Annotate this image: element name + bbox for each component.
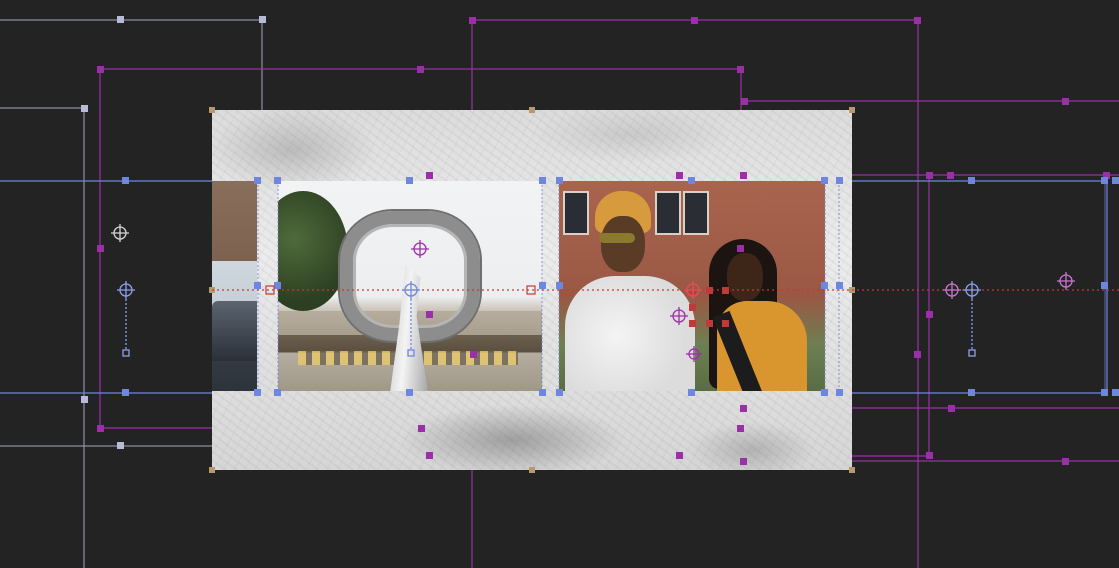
anchor-point-icon xyxy=(963,281,981,357)
woman-head-image xyxy=(727,253,763,301)
building-window xyxy=(563,191,589,235)
tree-image xyxy=(278,191,348,311)
car-image xyxy=(212,301,257,361)
layer-overlay xyxy=(0,16,1119,568)
people-photo-layer[interactable] xyxy=(559,181,825,391)
man-figure-image xyxy=(565,276,695,391)
building-window xyxy=(683,191,709,235)
anchor-point-icon xyxy=(117,281,135,357)
left-photo-layer[interactable] xyxy=(212,181,257,391)
building-window xyxy=(655,191,681,235)
anchor-point-icon xyxy=(1057,272,1075,290)
sculpture-photo-layer[interactable] xyxy=(278,181,542,391)
sunglasses-image xyxy=(599,233,635,243)
anchor-point-icon xyxy=(111,224,129,242)
man-head-image xyxy=(601,216,645,272)
anchor-point-icon xyxy=(943,281,961,299)
composition-viewer[interactable] xyxy=(0,0,1119,568)
